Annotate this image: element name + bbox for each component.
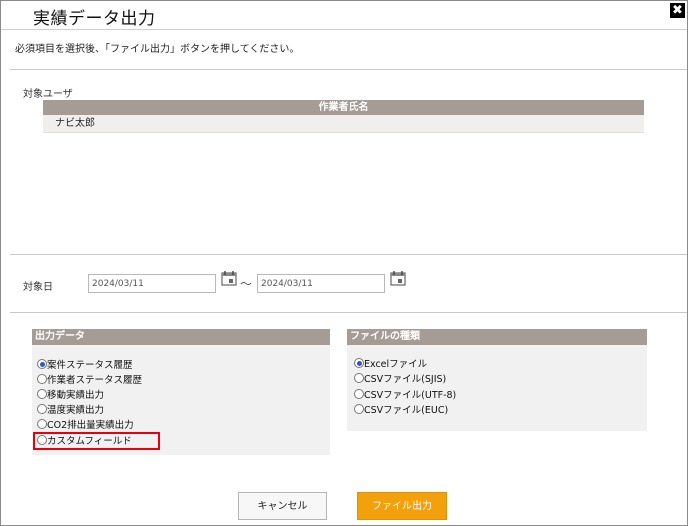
- radio-button[interactable]: [37, 419, 47, 429]
- radio-button[interactable]: [354, 389, 364, 399]
- export-file-button[interactable]: ファイル出力: [357, 492, 447, 520]
- date-from-input[interactable]: 2024/03/11: [88, 274, 216, 293]
- radio-option-excel[interactable]: Excelファイル: [354, 358, 427, 371]
- export-dialog: 実績データ出力 ✖ 必須項目を選択後、「ファイル出力」ボタンを押してください。 …: [0, 0, 688, 526]
- radio-option-co2[interactable]: CO2排出量実績出力: [37, 419, 134, 432]
- divider: [10, 69, 687, 70]
- dialog-titlebar: 実績データ出力 ✖: [1, 1, 687, 29]
- option-label: 作業者ステータス履歴: [47, 375, 143, 386]
- radio-button[interactable]: [37, 404, 47, 414]
- column-header-worker-name: 作業者氏名: [43, 100, 644, 115]
- divider: [10, 254, 687, 255]
- title-divider: [1, 29, 687, 30]
- calendar-icon[interactable]: [221, 270, 237, 286]
- cancel-button[interactable]: キャンセル: [238, 492, 327, 520]
- date-separator: ～: [240, 277, 253, 291]
- radio-button[interactable]: [37, 359, 47, 369]
- table-row[interactable]: ナビ太郎: [43, 115, 644, 133]
- option-label: CSVファイル(EUC): [364, 405, 449, 416]
- date-to-input[interactable]: 2024/03/11: [257, 274, 385, 293]
- radio-option-temperature[interactable]: 温度実績出力: [37, 404, 104, 417]
- output-data-header: 出力データ: [32, 329, 330, 345]
- custom-field-highlight: [33, 432, 160, 450]
- option-label: CSVファイル(UTF-8): [364, 390, 457, 401]
- option-label: 温度実績出力: [47, 405, 105, 416]
- divider: [10, 312, 687, 313]
- option-label: Excelファイル: [364, 359, 428, 370]
- radio-option-worker-status[interactable]: 作業者ステータス履歴: [37, 374, 142, 387]
- option-label: 案件ステータス履歴: [47, 360, 133, 371]
- target-date-label: 対象日: [23, 282, 53, 293]
- target-user-label: 対象ユーザ: [23, 89, 73, 100]
- option-label: CSVファイル(SJIS): [364, 374, 447, 385]
- option-label: CO2排出量実績出力: [47, 420, 134, 431]
- radio-option-csv-utf8[interactable]: CSVファイル(UTF-8): [354, 389, 456, 402]
- file-type-header: ファイルの種類: [347, 329, 647, 345]
- close-icon[interactable]: ✖: [670, 3, 685, 18]
- radio-button[interactable]: [354, 358, 364, 368]
- dialog-title: 実績データ出力: [33, 9, 156, 29]
- user-table: 作業者氏名 ナビ太郎: [43, 100, 644, 133]
- radio-option-csv-sjis[interactable]: CSVファイル(SJIS): [354, 373, 446, 386]
- radio-button[interactable]: [37, 389, 47, 399]
- radio-option-project-status[interactable]: 案件ステータス履歴: [37, 359, 133, 372]
- radio-button[interactable]: [37, 374, 47, 384]
- radio-option-csv-euc[interactable]: CSVファイル(EUC): [354, 404, 448, 417]
- radio-option-movement[interactable]: 移動実績出力: [37, 389, 104, 402]
- radio-button[interactable]: [354, 373, 364, 383]
- option-label: 移動実績出力: [47, 390, 105, 401]
- radio-button[interactable]: [354, 404, 364, 414]
- calendar-icon[interactable]: [390, 270, 406, 286]
- instruction-text: 必須項目を選択後、「ファイル出力」ボタンを押してください。: [15, 44, 300, 55]
